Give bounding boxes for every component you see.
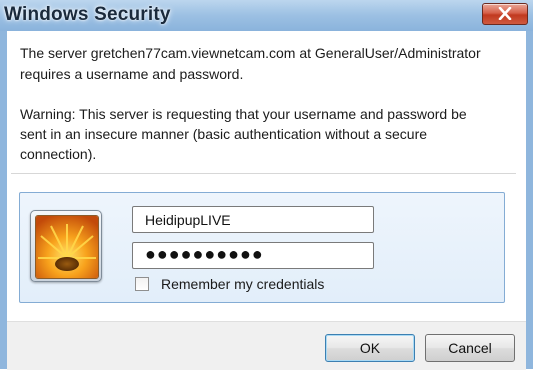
password-value: ●●●●●●●●●● (145, 244, 264, 264)
dialog-title: Windows Security (4, 4, 171, 25)
windows-security-dialog: Windows Security The server gretchen77ca… (0, 0, 533, 370)
avatar (30, 210, 102, 282)
server-message-line-1: The server gretchen77cam.viewnetcam.com … (20, 45, 481, 61)
close-icon (498, 7, 512, 20)
server-message-line-2: requires a username and password. (20, 66, 244, 82)
user-tile-flower-icon (35, 215, 99, 279)
separator (11, 173, 516, 174)
button-bar: OK Cancel (7, 321, 526, 370)
warning-line-3: connection). (20, 146, 97, 162)
warning-line-1: Warning: This server is requesting that … (20, 106, 467, 122)
remember-credentials-checkbox[interactable] (135, 277, 149, 291)
username-value: HeidipupLIVE (145, 212, 231, 228)
dialog-body: The server gretchen77cam.viewnetcam.com … (7, 31, 526, 370)
credential-tile: HeidipupLIVE ●●●●●●●●●● Remember my cred… (19, 192, 505, 303)
close-button[interactable] (482, 3, 528, 25)
username-field[interactable]: HeidipupLIVE (132, 206, 374, 233)
cancel-button[interactable]: Cancel (425, 334, 515, 362)
warning-line-2: sent in an insecure manner (basic authen… (20, 126, 428, 142)
ok-button[interactable]: OK (325, 334, 415, 362)
remember-credentials-label[interactable]: Remember my credentials (161, 276, 324, 292)
title-bar[interactable]: Windows Security (0, 0, 533, 31)
password-field[interactable]: ●●●●●●●●●● (132, 242, 374, 269)
